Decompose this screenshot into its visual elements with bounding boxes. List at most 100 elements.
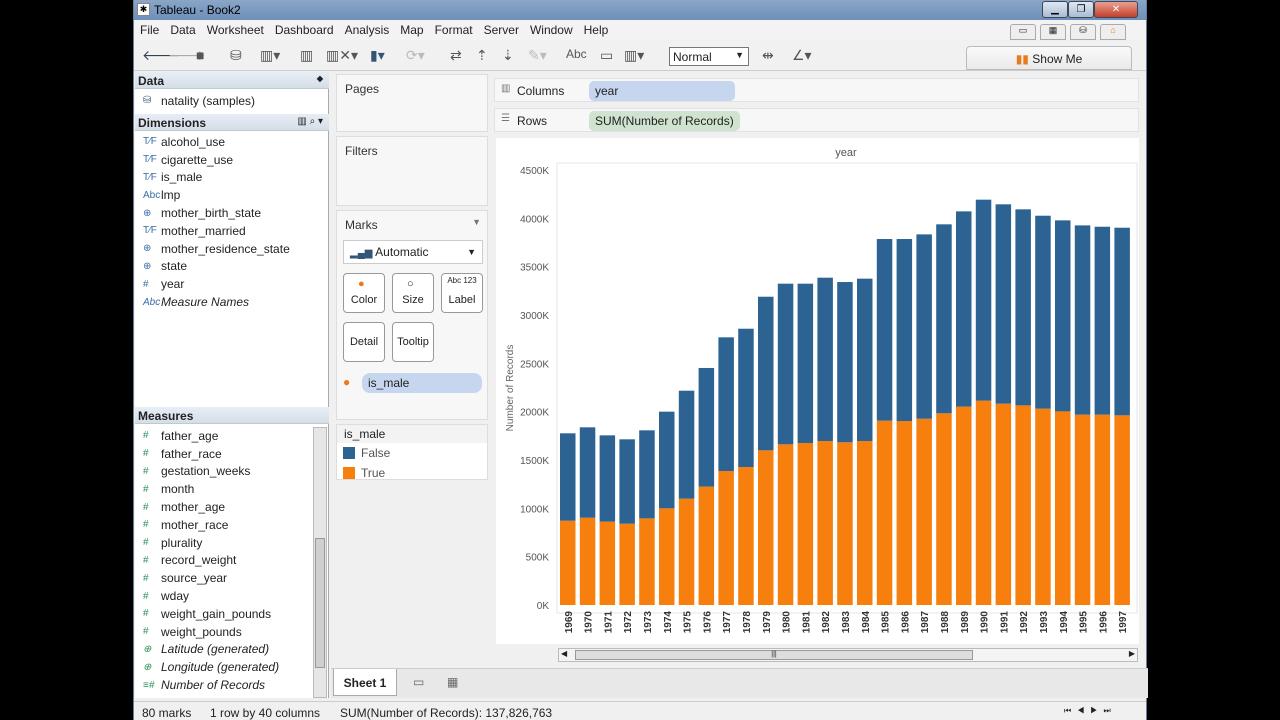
scroll-left-icon[interactable]: ◀ (561, 649, 567, 658)
field-label: is_male (161, 170, 203, 185)
field-is-male[interactable]: T⁄F is_male (135, 169, 329, 187)
scroll-thumb[interactable]: ||| (575, 650, 973, 660)
menu-window[interactable]: Window (524, 20, 578, 37)
fix-axes-icon[interactable]: ⇹ (762, 47, 774, 64)
pause-updates-icon[interactable]: ▮▾ (370, 47, 385, 64)
bar-true-1993 (1035, 408, 1051, 605)
field-wday[interactable]: # wday (135, 587, 313, 605)
field-state[interactable]: ⊕ state (135, 258, 329, 276)
horizontal-scrollbar[interactable]: ◀ ||| ▶ (558, 648, 1138, 662)
field-number-of-records[interactable]: ≡# Number of Records (135, 676, 313, 694)
field-mother-race[interactable]: # mother_race (135, 516, 313, 534)
datasource-item[interactable]: ⛁ natality (samples) (135, 92, 255, 110)
field-year[interactable]: # year (135, 275, 329, 293)
legend-item-false[interactable]: False (337, 443, 487, 463)
legend-label: True (361, 466, 386, 480)
field-father-race[interactable]: # father_race (135, 445, 313, 463)
home-tab[interactable]: ⌂ (1100, 24, 1126, 40)
save-icon[interactable]: ■ (196, 47, 204, 63)
color-button[interactable]: ● Color (343, 273, 385, 313)
duplicate-sheet-icon[interactable]: ▥ (300, 47, 313, 64)
field-father-age[interactable]: # father_age (135, 427, 313, 445)
database-icon[interactable]: ⛁ (230, 47, 242, 64)
close-button[interactable]: ✕ (1094, 1, 1138, 18)
chart-type-icon[interactable]: ▥▾ (624, 47, 644, 64)
field-plurality[interactable]: # plurality (135, 534, 313, 552)
scroll-thumb[interactable] (315, 538, 325, 668)
new-worksheet-icon[interactable]: ▭ (413, 675, 424, 689)
data-window-tab[interactable]: ▭ (1010, 24, 1036, 40)
field-source-year[interactable]: # source_year (135, 569, 313, 587)
field-lmp[interactable]: Abc lmp (135, 186, 329, 204)
sheet-sorter-tab[interactable]: ▦ (1040, 24, 1066, 40)
sheet-navigation-icons[interactable]: ⏮◀▶⏭ (1064, 706, 1117, 716)
field-weight-gain-pounds[interactable]: # weight_gain_pounds (135, 605, 313, 623)
sheet-tabs: Sheet 1 ▭ ▦ (331, 668, 1148, 698)
menu-dashboard[interactable]: Dashboard (269, 20, 339, 37)
measures-list: # father_age # father_race # gestation_weeks #… (135, 427, 313, 694)
measures-scrollbar[interactable] (313, 427, 327, 698)
menu-analysis[interactable]: Analysis (339, 20, 395, 37)
minimize-button[interactable]: ▁ (1042, 1, 1068, 18)
menu-server[interactable]: Server (478, 20, 524, 37)
is-male-color-pill[interactable]: is_male (362, 373, 482, 393)
fit-select[interactable]: Normal ▼ (669, 47, 749, 66)
detail-button[interactable]: Detail (343, 322, 385, 362)
menu-file[interactable]: File (134, 20, 164, 37)
presentation-icon[interactable]: ▭ (600, 47, 613, 64)
menu-help[interactable]: Help (578, 20, 614, 37)
tab-sheet-1[interactable]: Sheet 1 (333, 669, 397, 696)
tooltip-button[interactable]: Tooltip (392, 322, 434, 362)
field-measure-names[interactable]: Abc Measure Names (135, 293, 329, 311)
scroll-right-icon[interactable]: ▶ (1129, 649, 1135, 658)
toolbar: 🡐 🡒 ■ ⛁ ▥▾ ▥ ▥✕▾ ▮▾ ⟳▾ ⇄ ⇡ ⇣ ✎▾ Abc ▭ ▥▾… (134, 41, 1146, 71)
view-options-icon[interactable]: ▥ ⌕ ▾ (297, 116, 323, 127)
status-dims: 1 row by 40 columns (210, 706, 321, 720)
new-sheet-icon[interactable]: ▥▾ (260, 47, 280, 64)
field-mother-residence-state[interactable]: ⊕ mother_residence_state (135, 240, 329, 258)
field-mother-birth-state[interactable]: ⊕ mother_birth_state (135, 204, 329, 222)
datasource-tab[interactable]: ⛁ (1070, 24, 1096, 40)
year-pill[interactable]: year (589, 81, 735, 101)
field-mother-married[interactable]: T⁄F mother_married (135, 222, 329, 240)
menu-map[interactable]: Map (394, 20, 428, 37)
menu-worksheet[interactable]: Worksheet (201, 20, 269, 37)
field-longitude-generated-[interactable]: ⊕ Longitude (generated) (135, 658, 313, 676)
field-cigarette-use[interactable]: T⁄F cigarette_use (135, 151, 329, 169)
field-gestation-weeks[interactable]: # gestation_weeks (135, 463, 313, 481)
show-me-button[interactable]: ▮▮ Show Me (966, 46, 1132, 70)
bar-true-1995 (1074, 414, 1091, 605)
field-latitude-generated-[interactable]: ⊕ Latitude (generated) (135, 641, 313, 659)
bar-true-1992 (1015, 405, 1031, 605)
label-button[interactable]: Abc 123 Label (441, 273, 483, 313)
show-labels-icon[interactable]: Abc (566, 47, 587, 61)
sort-descending-icon[interactable]: ⇣ (502, 47, 514, 64)
field-record-weight[interactable]: # record_weight (135, 552, 313, 570)
maximize-button[interactable]: ❐ (1068, 1, 1094, 18)
collapse-icon[interactable]: ◆ (317, 74, 323, 83)
boolean-icon: T⁄F (143, 136, 157, 148)
menu-format[interactable]: Format (429, 20, 478, 37)
menu-data[interactable]: Data (164, 20, 200, 37)
field-mother-age[interactable]: # mother_age (135, 498, 313, 516)
mark-type-select[interactable]: ▂▄▆ Automatic ▼ (343, 240, 483, 264)
marks-menu-icon[interactable]: ▼ (472, 217, 481, 227)
sort-ascending-icon[interactable]: ⇡ (476, 47, 488, 64)
highlight-icon[interactable]: ✎▾ (528, 47, 547, 64)
legend-item-true[interactable]: True (337, 463, 487, 483)
new-dashboard-icon[interactable]: ▦ (447, 675, 458, 689)
annotate-icon[interactable]: ∠▾ (792, 47, 812, 64)
field-alcohol-use[interactable]: T⁄F alcohol_use (135, 133, 329, 151)
bar-true-1982 (817, 441, 833, 605)
field-month[interactable]: # month (135, 480, 313, 498)
boolean-icon: T⁄F (143, 171, 157, 183)
refresh-icon[interactable]: ⟳▾ (406, 47, 425, 64)
bar-true-1997 (1114, 415, 1130, 605)
sum-records-pill[interactable]: SUM(Number of Records) (589, 111, 740, 131)
field-weight-pounds[interactable]: # weight_pounds (135, 623, 313, 641)
field-label: month (161, 482, 195, 497)
clear-sheet-icon[interactable]: ▥✕▾ (326, 47, 358, 64)
swap-icon[interactable]: ⇄ (450, 47, 462, 64)
size-button[interactable]: ○ Size (392, 273, 434, 313)
rows-shelf: ☰ Rows SUM(Number of Records) (494, 108, 1139, 132)
